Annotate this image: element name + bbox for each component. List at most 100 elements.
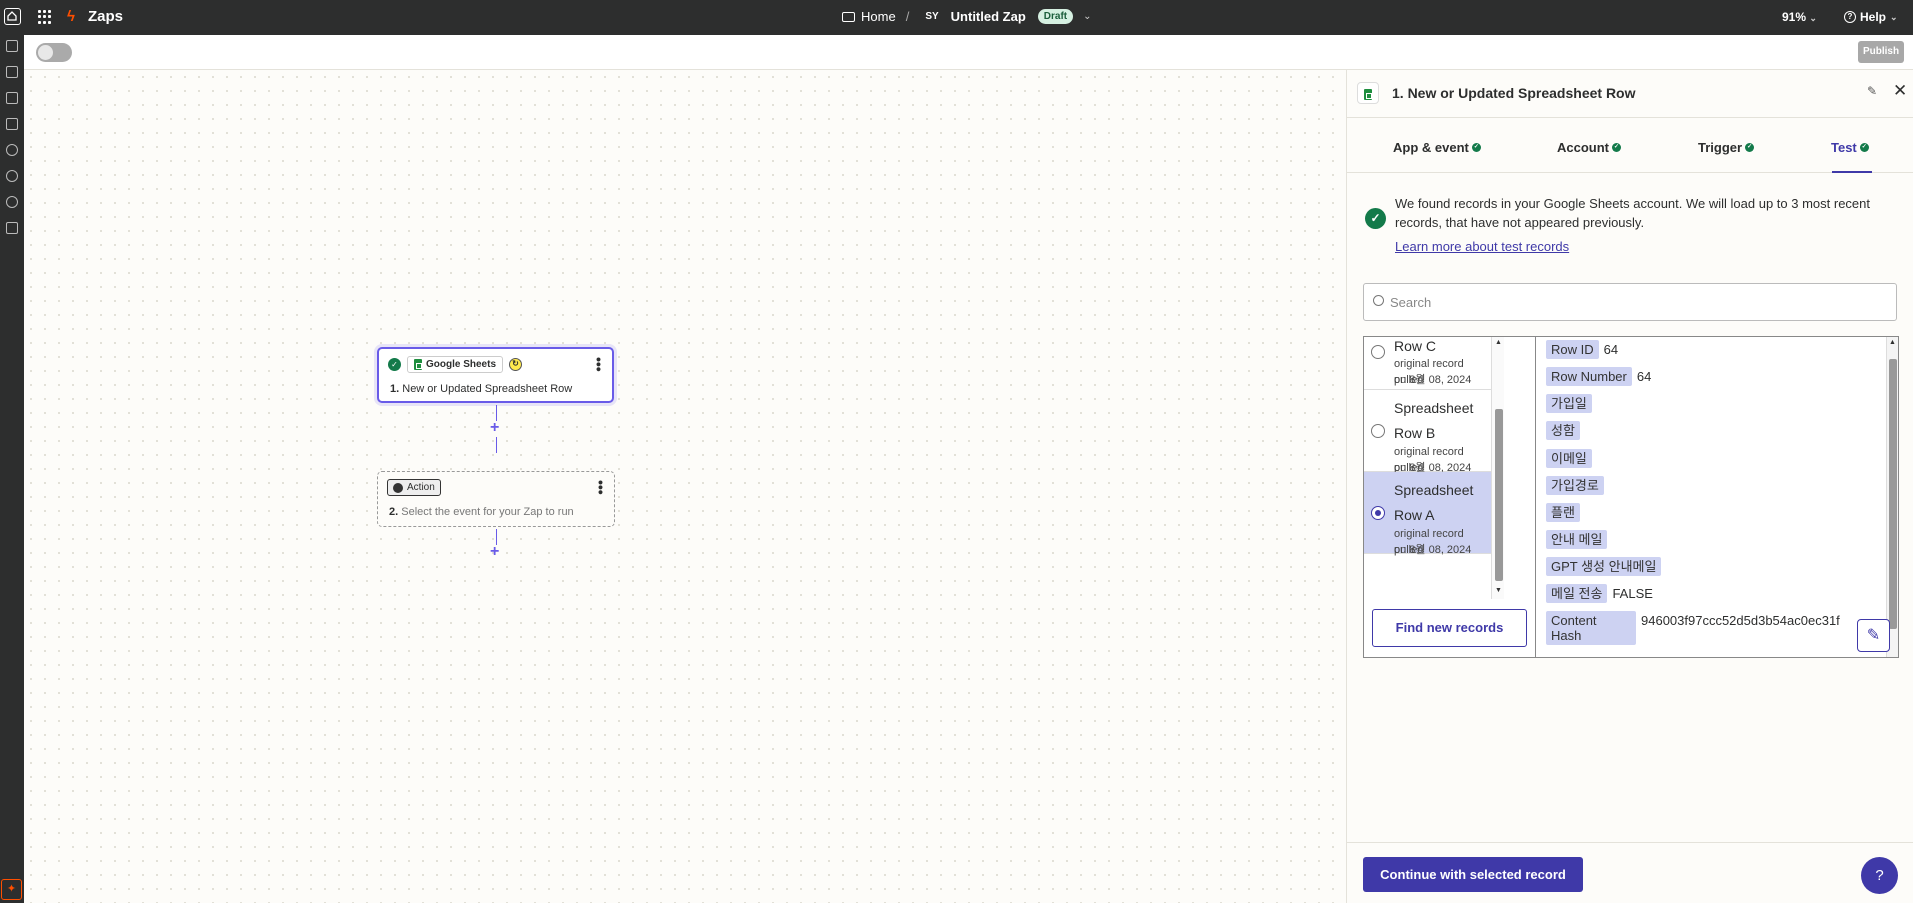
google-sheets-icon bbox=[1357, 82, 1379, 104]
scrollbar-thumb[interactable] bbox=[1495, 409, 1503, 581]
scroll-down-icon[interactable]: ▼ bbox=[1495, 587, 1502, 594]
success-check-icon: ✓ bbox=[1365, 208, 1386, 229]
record-item-row-a[interactable]: Spreadsheet Row A original record pulled… bbox=[1364, 472, 1491, 556]
record-radio[interactable] bbox=[1371, 506, 1385, 520]
tab-test[interactable]: Test ✓ bbox=[1831, 140, 1869, 155]
record-name: Row B bbox=[1394, 425, 1436, 441]
zapier-bolt-icon: ϟ bbox=[67, 8, 75, 25]
more-options-icon[interactable]: ••• bbox=[593, 480, 609, 495]
panel-footer: Continue with selected record ? bbox=[1347, 842, 1913, 903]
zoom-control[interactable]: 91% ⌄ bbox=[1782, 10, 1817, 24]
check-icon: ✓ bbox=[388, 358, 401, 371]
tab-trigger[interactable]: Trigger ✓ bbox=[1698, 140, 1755, 155]
records-box: Row C original record pulled on 8월 08, 2… bbox=[1363, 336, 1899, 658]
action-step-card[interactable]: Action ••• 2. Select the event for your … bbox=[377, 471, 615, 527]
action-icon bbox=[393, 482, 403, 493]
find-new-records-button[interactable]: Find new records bbox=[1372, 609, 1527, 647]
home-icon[interactable] bbox=[4, 8, 21, 25]
zap-name[interactable]: Untitled Zap bbox=[951, 9, 1026, 24]
record-item-row-b[interactable]: Spreadsheet Row B original record pulled… bbox=[1364, 390, 1491, 474]
field-value: FALSE bbox=[1612, 586, 1653, 601]
help-label: Help bbox=[1860, 10, 1887, 24]
panel-title: 1. New or Updated Spreadsheet Row bbox=[1392, 85, 1636, 101]
chat-icon[interactable] bbox=[6, 92, 18, 104]
action-step-title: 2. Select the event for your Zap to run bbox=[389, 506, 574, 518]
step-number: 2. bbox=[389, 506, 399, 518]
tables-icon[interactable] bbox=[6, 222, 18, 234]
found-records-text: We found records in your Google Sheets a… bbox=[1395, 196, 1870, 230]
record-search[interactable] bbox=[1363, 283, 1897, 321]
field-key: 플랜 bbox=[1546, 503, 1580, 522]
record-field: 이메일 bbox=[1546, 449, 1592, 468]
close-icon[interactable]: ✕ bbox=[1893, 81, 1907, 101]
record-field: 성함 bbox=[1546, 421, 1580, 440]
tab-label: Trigger bbox=[1698, 140, 1743, 155]
tab-app-event[interactable]: App & event ✓ bbox=[1393, 140, 1481, 155]
record-radio[interactable] bbox=[1371, 424, 1385, 438]
record-list-scrollbar[interactable]: ▲ ▼ bbox=[1491, 337, 1504, 599]
trigger-app-name: Google Sheets bbox=[426, 359, 497, 370]
scroll-up-icon[interactable]: ▲ bbox=[1495, 339, 1502, 346]
field-key: 가입경로 bbox=[1546, 476, 1604, 495]
record-name: Spreadsheet bbox=[1394, 400, 1474, 416]
app-grid-icon[interactable] bbox=[38, 10, 52, 24]
record-field: 가입일 bbox=[1546, 394, 1592, 413]
action-badge-label: Action bbox=[407, 482, 435, 493]
app-name[interactable]: Zaps bbox=[88, 8, 123, 25]
swap-icon[interactable]: ↻ bbox=[509, 358, 523, 371]
field-key: Row ID bbox=[1546, 340, 1599, 359]
search-icon bbox=[1373, 295, 1384, 306]
add-step-plus-icon[interactable]: + bbox=[490, 543, 499, 561]
avatar: SY bbox=[925, 11, 939, 22]
trigger-step-card[interactable]: ✓ Google Sheets ↻ ••• 1. New or Updated … bbox=[377, 347, 614, 403]
chevron-down-icon: ⌄ bbox=[1890, 11, 1898, 22]
activity-icon[interactable] bbox=[6, 170, 18, 182]
scrollbar-thumb[interactable] bbox=[1889, 359, 1897, 629]
field-key: 안내 메일 bbox=[1546, 530, 1608, 549]
check-icon: ✓ bbox=[1612, 143, 1621, 152]
add-step-plus-icon[interactable]: + bbox=[490, 419, 499, 437]
record-item-row-c[interactable]: Row C original record pulled on 8월 08, 2… bbox=[1364, 337, 1491, 390]
toggle-knob bbox=[38, 45, 53, 60]
chevron-down-icon[interactable]: ⌄ bbox=[1083, 11, 1091, 22]
tab-account[interactable]: Account ✓ bbox=[1557, 140, 1621, 155]
field-key: 메일 전송 bbox=[1546, 584, 1608, 603]
top-bar: ϟ Zaps Home / SY Untitled Zap Draft ⌄ 91… bbox=[0, 0, 1913, 35]
publish-button[interactable]: Publish bbox=[1858, 41, 1904, 63]
ai-edit-icon[interactable]: ✎ bbox=[1857, 619, 1890, 652]
panel-header: 1. New or Updated Spreadsheet Row ✎ ✕ bbox=[1347, 70, 1913, 118]
breadcrumb: Home / SY Untitled Zap Draft ⌄ bbox=[842, 9, 1092, 24]
record-detail-scrollbar[interactable]: ▲ bbox=[1886, 337, 1898, 657]
more-options-icon[interactable]: ••• bbox=[591, 357, 607, 372]
field-key: 이메일 bbox=[1546, 449, 1592, 468]
ai-assistant-icon[interactable]: ✦ bbox=[1, 879, 22, 900]
zaps-icon[interactable] bbox=[6, 66, 18, 78]
check-icon: ✓ bbox=[1471, 143, 1481, 152]
check-icon: ✓ bbox=[1859, 143, 1869, 152]
history-icon[interactable] bbox=[6, 144, 18, 156]
help-menu[interactable]: ? Help ⌄ bbox=[1844, 10, 1898, 24]
edit-pencil-icon[interactable]: ✎ bbox=[1867, 84, 1877, 98]
step-number: 1. bbox=[390, 383, 400, 395]
breadcrumb-separator: / bbox=[905, 9, 910, 24]
continue-with-selected-record-button[interactable]: Continue with selected record bbox=[1363, 857, 1583, 892]
apps-icon[interactable] bbox=[6, 40, 18, 52]
action-badge: Action bbox=[387, 479, 441, 496]
support-chat-icon[interactable]: ? bbox=[1861, 857, 1898, 894]
search-input[interactable] bbox=[1390, 292, 1880, 312]
record-field: GPT 생성 안내메일 bbox=[1546, 557, 1662, 576]
zap-canvas[interactable]: ✓ Google Sheets ↻ ••• 1. New or Updated … bbox=[24, 70, 1346, 903]
record-field: 플랜 bbox=[1546, 503, 1580, 522]
step-title: New or Updated Spreadsheet Row bbox=[402, 383, 573, 395]
scroll-up-icon[interactable]: ▲ bbox=[1889, 339, 1896, 346]
calendar-icon[interactable] bbox=[6, 118, 18, 130]
record-name: Row A bbox=[1394, 507, 1435, 523]
tab-label: Account bbox=[1557, 140, 1609, 155]
zap-on-off-toggle[interactable] bbox=[36, 43, 72, 62]
learn-more-link[interactable]: Learn more about test records bbox=[1395, 239, 1569, 254]
record-radio[interactable] bbox=[1371, 345, 1385, 359]
breadcrumb-home[interactable]: Home bbox=[861, 9, 896, 24]
help-icon: ? bbox=[1844, 11, 1856, 23]
settings-icon[interactable] bbox=[6, 196, 18, 208]
record-field: Row ID 64 bbox=[1546, 340, 1618, 359]
